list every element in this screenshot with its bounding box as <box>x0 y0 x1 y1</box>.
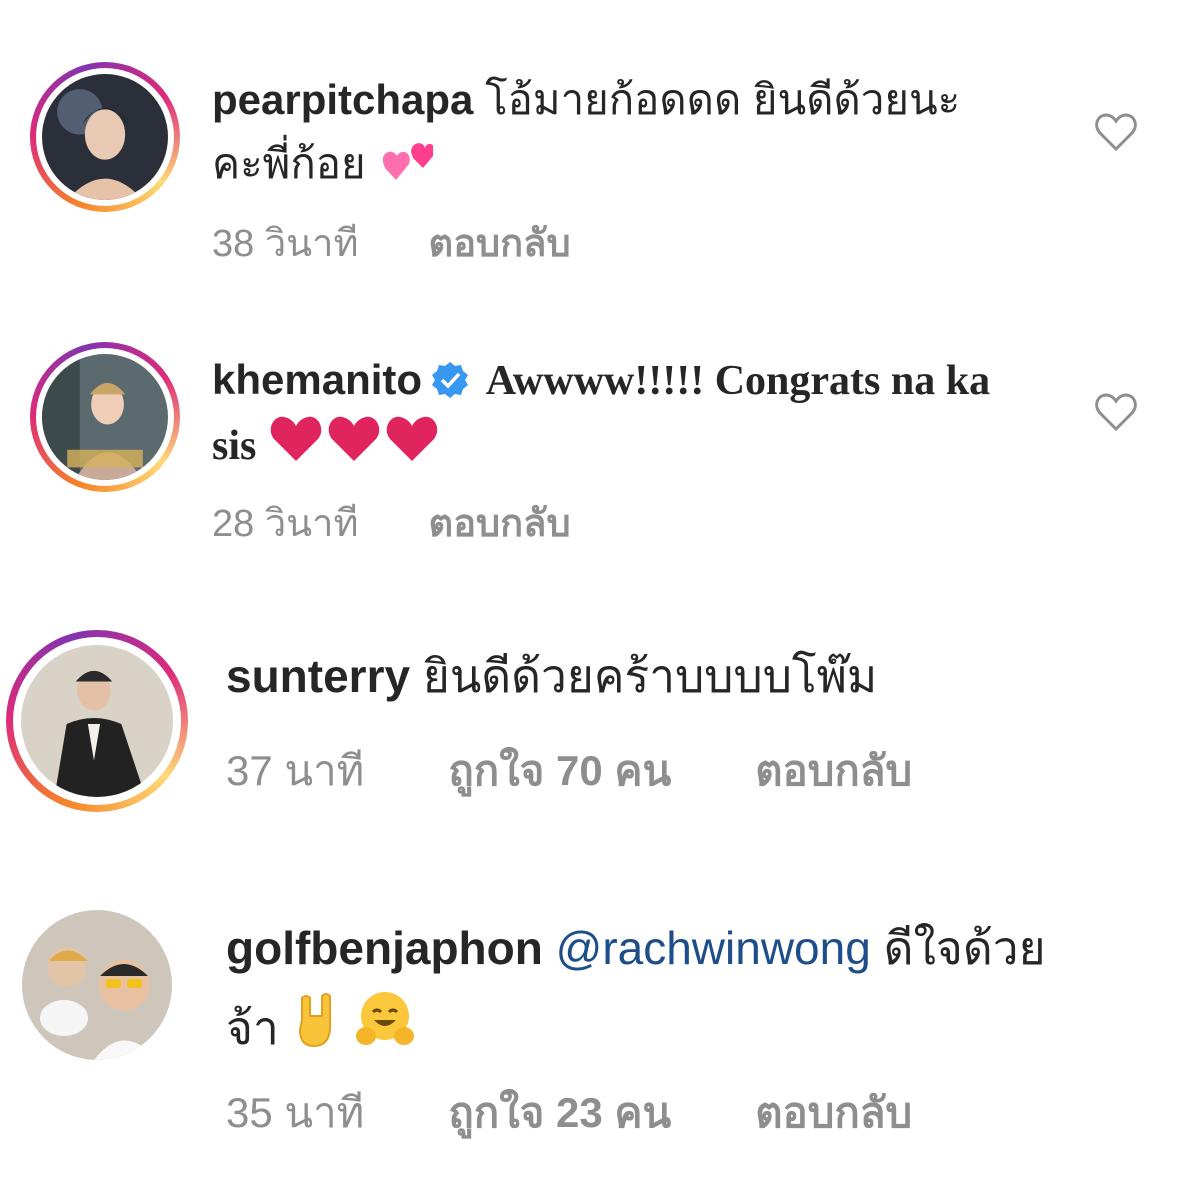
reply-button[interactable]: ตอบกลับ <box>755 738 912 804</box>
hugging-face-icon <box>354 988 416 1074</box>
comment-meta: 35 นาที ถูกใจ 23 คน ตอบกลับ <box>226 1080 912 1146</box>
like-heart-icon[interactable] <box>1094 392 1138 432</box>
comment-meta: 28 วินาที ตอบกลับ <box>212 492 571 553</box>
red-heart-icon <box>268 413 442 483</box>
comment-text: khemanito Awwww!!!!! Congrats na ka sis <box>212 348 1080 483</box>
avatar[interactable] <box>6 630 188 812</box>
comment-body-line1: Awwww!!!!! Congrats na ka <box>485 358 991 404</box>
comment-text: sunterry ยินดีด้วยคร้าบบบบโพ๊ม <box>226 644 1080 708</box>
reply-button[interactable]: ตอบกลับ <box>755 1080 912 1146</box>
timestamp: 38 วินาที <box>212 223 359 265</box>
comment-body-line2: จ้า <box>226 1002 279 1054</box>
likes-count[interactable]: ถูกใจ 70 คน <box>448 738 671 804</box>
comment-pearpitchapa: pearpitchapa โอ้มายก้อดดด ยินดีด้วยนะ คะ… <box>0 0 1200 290</box>
reply-button[interactable]: ตอบกลับ <box>429 492 571 553</box>
rock-hand-icon <box>292 990 342 1074</box>
comment-body-line2: sis <box>212 423 257 469</box>
two-hearts-icon <box>377 132 435 202</box>
username[interactable]: pearpitchapa <box>212 76 473 123</box>
comment-body-line2: คะพี่ก้อย <box>212 140 366 187</box>
comment-body-line1: ยินดีด้วยคร้าบบบบโพ๊ม <box>422 650 878 702</box>
avatar[interactable] <box>30 342 180 492</box>
comment-sunterry: sunterry ยินดีด้วยคร้าบบบบโพ๊ม 37 นาที ถ… <box>0 580 1200 880</box>
comment-golfbenjaphon: golfbenjaphon @rachwinwong ดีใจด้วย จ้า … <box>0 880 1200 1200</box>
likes-count[interactable]: ถูกใจ 23 คน <box>448 1080 671 1146</box>
avatar[interactable] <box>30 62 180 212</box>
comment-text: golfbenjaphon @rachwinwong ดีใจด้วย จ้า <box>226 908 1200 1074</box>
comment-meta: 38 วินาที ตอบกลับ <box>212 212 571 273</box>
username[interactable]: sunterry <box>226 650 410 702</box>
like-heart-icon[interactable] <box>1094 112 1138 152</box>
username[interactable]: golfbenjaphon <box>226 922 543 974</box>
mention-link[interactable]: @rachwinwong <box>556 922 871 974</box>
timestamp: 37 นาที <box>226 747 365 794</box>
verified-badge-icon <box>430 354 470 398</box>
timestamp: 28 วินาที <box>212 503 359 545</box>
comment-text: pearpitchapa โอ้มายก้อดดด ยินดีด้วยนะ คะ… <box>212 68 1080 202</box>
reply-button[interactable]: ตอบกลับ <box>429 212 571 273</box>
comment-khemanito: khemanito Awwww!!!!! Congrats na ka sis … <box>0 290 1200 580</box>
username[interactable]: khemanito <box>212 356 422 403</box>
comment-body-line1: ดีใจด้วย <box>883 922 1046 974</box>
comment-meta: 37 นาที ถูกใจ 70 คน ตอบกลับ <box>226 738 912 804</box>
avatar[interactable] <box>22 910 172 1060</box>
timestamp: 35 นาที <box>226 1089 365 1136</box>
comment-body-line1: โอ้มายก้อดดด ยินดีด้วยนะ <box>485 76 961 123</box>
